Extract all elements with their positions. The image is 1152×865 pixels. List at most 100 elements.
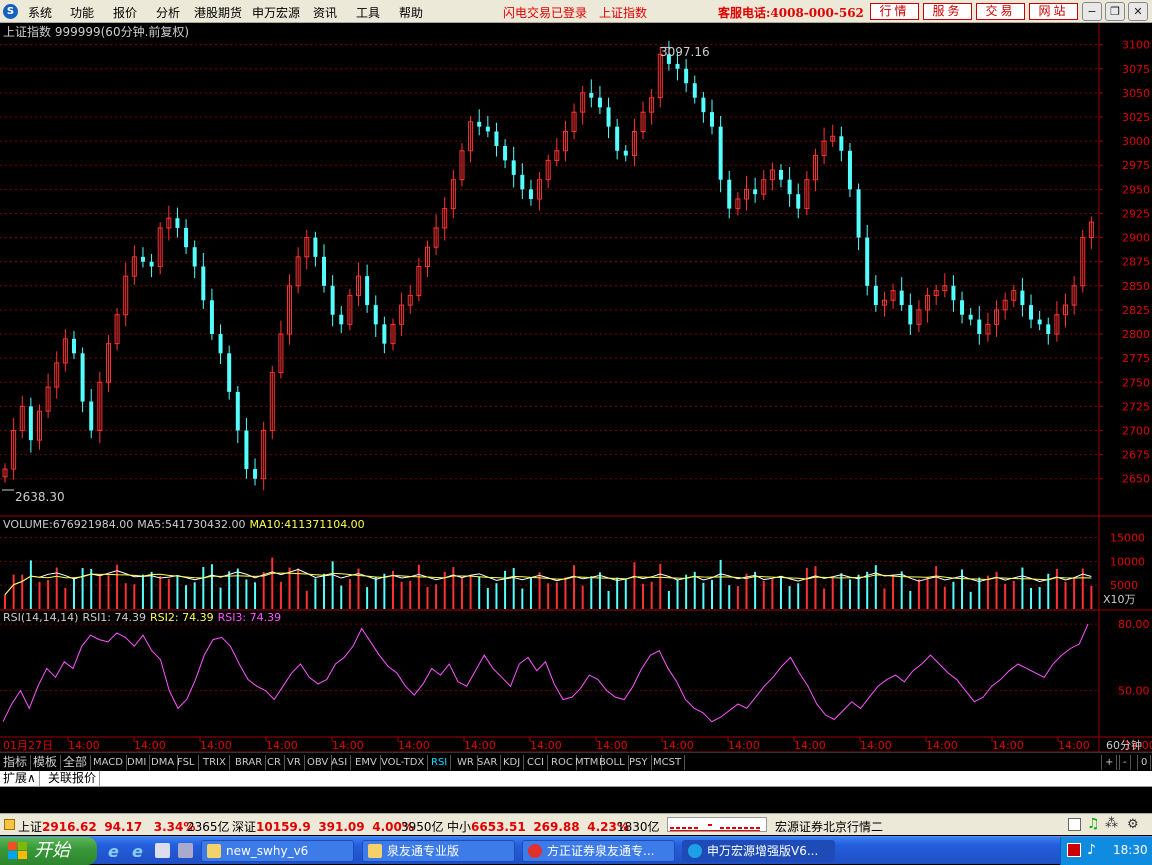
candle-body (485, 126, 490, 132)
candle-body (847, 150, 852, 190)
indicator-tab-vol-tdx[interactable]: VOL-TDX (378, 755, 429, 770)
indicator-tab-mcst[interactable]: MCST (650, 755, 686, 770)
task-swhy-enhanced[interactable]: 申万宏源增强版V6... (682, 840, 835, 862)
high-price-label: 3097.16 (660, 45, 710, 59)
time-tick-label: 14:00 (926, 739, 958, 752)
menu-item-help[interactable]: 帮助 (399, 4, 423, 21)
expand-tab[interactable]: 扩展∧ (0, 771, 40, 786)
flash-trade-status[interactable]: 闪电交易已登录 (503, 4, 587, 21)
volume-tick-label: 15000 (1110, 532, 1145, 545)
sz-index-quote[interactable]: 深证10159.9 391.09 4.00% (232, 818, 414, 835)
price-tick-label: 2675 (1122, 449, 1150, 462)
settings-icon[interactable]: ⚙ (1127, 817, 1139, 832)
system-tray: ♪ 18:30 (1060, 837, 1152, 865)
indicator-tab-kdj[interactable]: KDJ (500, 755, 525, 770)
start-button[interactable]: 开始 (0, 837, 97, 865)
menu-item-tools[interactable]: 工具 (356, 4, 380, 21)
ime-icon[interactable] (1067, 843, 1081, 857)
indicator-tab-指标[interactable]: 指标 (0, 755, 32, 770)
price-tick-label: 3000 (1122, 135, 1150, 148)
candle-body (339, 314, 344, 325)
zoom-out-button[interactable]: - (1119, 755, 1131, 770)
service-button[interactable]: 服务 (923, 3, 972, 20)
candle-body (477, 121, 482, 127)
candle-body (28, 406, 33, 441)
indicator-tab-cr[interactable]: CR (264, 755, 285, 770)
current-index-link[interactable]: 上证指数 (599, 4, 647, 21)
time-tick-label: 14:00 (992, 739, 1024, 752)
menu-item-hk-futures[interactable]: 港股期货 (194, 4, 242, 21)
menu-item-system[interactable]: 系统 (28, 4, 52, 21)
app-logo-icon[interactable]: S (3, 4, 18, 19)
time-tick-label: 14:00 (530, 739, 562, 752)
indicator-tab-boll[interactable]: BOLL (596, 755, 629, 770)
clock: 18:30 (1113, 843, 1148, 857)
indicator-tab-macd[interactable]: MACD (90, 755, 127, 770)
indicator-tab-sar[interactable]: SAR (474, 755, 502, 770)
indicator-tab-vr[interactable]: VR (284, 755, 305, 770)
start-label: 开始 (34, 840, 70, 861)
time-tick-label: 14:00 (134, 739, 166, 752)
related-quote-tab[interactable]: 关联报价 (45, 771, 101, 786)
price-tick-label: 2825 (1122, 304, 1150, 317)
signal-icon[interactable]: ⁂ (1105, 816, 1118, 831)
close-icon[interactable]: ✕ (1128, 2, 1148, 21)
candle-body (201, 266, 206, 301)
status-menu-icon[interactable] (4, 819, 15, 830)
candle-body (692, 83, 697, 98)
candle-body (330, 285, 335, 315)
bell-icon[interactable]: ♫ (1087, 816, 1100, 832)
indicator-tab-asi[interactable]: ASI (328, 755, 352, 770)
zx-index-quote[interactable]: 中小6653.51 269.88 4.23% (447, 818, 629, 835)
candle-body (727, 179, 732, 209)
restore-icon[interactable]: ❐ (1105, 2, 1125, 21)
indicator-tab-brar[interactable]: BRAR (232, 755, 267, 770)
candle-body (684, 68, 689, 84)
kline-chart[interactable]: 3100 3075 3050 3025 3000 2975 2950 2925 2900 2875… (0, 23, 1152, 752)
chart-title: 上证指数 999999(60分钟.前复权) (3, 24, 189, 39)
menu-item-analysis[interactable]: 分析 (156, 4, 180, 21)
candle-body (623, 150, 628, 156)
indicator-tab-psy[interactable]: PSY (626, 755, 652, 770)
task-founder-securities[interactable]: 方正证券泉友通专... (522, 840, 675, 862)
menu-item-swhy[interactable]: 申万宏源 (252, 4, 300, 21)
candle-body (184, 227, 189, 248)
candle-body (192, 247, 197, 267)
candle-body (597, 97, 602, 108)
zoom-in-button[interactable]: + (1101, 755, 1118, 770)
desktop-icon[interactable] (178, 843, 193, 858)
reset-zoom-button[interactable]: 0 (1137, 755, 1152, 770)
task-folder-quanyoutong[interactable]: 泉友通专业版 (362, 840, 515, 862)
indicator-tab-trix[interactable]: TRIX (200, 755, 230, 770)
volume-icon[interactable]: ♪ (1087, 842, 1096, 858)
notepad-icon[interactable] (1068, 818, 1081, 831)
indicator-tab-dmi[interactable]: DMI (124, 755, 151, 770)
media-player-icon[interactable] (155, 843, 170, 858)
indicator-tab-rsi[interactable]: RSI (428, 755, 452, 770)
candle-body (80, 353, 85, 402)
ie-icon-2[interactable]: e (132, 842, 143, 861)
price-tick-label: 2800 (1122, 328, 1150, 341)
time-tick-label: 14:00 (464, 739, 496, 752)
ie-icon[interactable]: e (108, 842, 119, 861)
chart-area[interactable]: 3100 3075 3050 3025 3000 2975 2950 2925 2900 2875… (0, 23, 1152, 758)
indicator-tab-模板[interactable]: 模板 (30, 755, 62, 770)
indicator-tab-全部[interactable]: 全部 (60, 755, 92, 770)
indicator-tab-emv[interactable]: EMV (352, 755, 381, 770)
website-button[interactable]: 网站 (1029, 3, 1078, 20)
indicator-tab-cci[interactable]: CCI (524, 755, 548, 770)
trade-button[interactable]: 交易 (976, 3, 1025, 20)
candle-body (1020, 290, 1025, 306)
menu-item-news[interactable]: 资讯 (313, 4, 337, 21)
market-button[interactable]: 行情 (870, 3, 919, 20)
minimize-icon[interactable]: − (1082, 2, 1102, 21)
price-tick-label: 3075 (1122, 63, 1150, 76)
indicator-tab-bar: 指标 模板 全部 MACD DMI DMA FSL TRIX BRAR CR VR OBV ASI EMV… (0, 752, 1152, 771)
candle-body (71, 338, 76, 354)
menu-item-function[interactable]: 功能 (70, 4, 94, 21)
server-name[interactable]: 宏源证券北京行情二 (775, 818, 883, 835)
menu-item-quote[interactable]: 报价 (113, 4, 137, 21)
indicator-tab-fsl[interactable]: FSL (174, 755, 199, 770)
task-folder-swhy[interactable]: new_swhy_v6 (201, 840, 354, 862)
sh-index-quote[interactable]: 上证2916.62 94.17 3.34% (18, 818, 195, 835)
